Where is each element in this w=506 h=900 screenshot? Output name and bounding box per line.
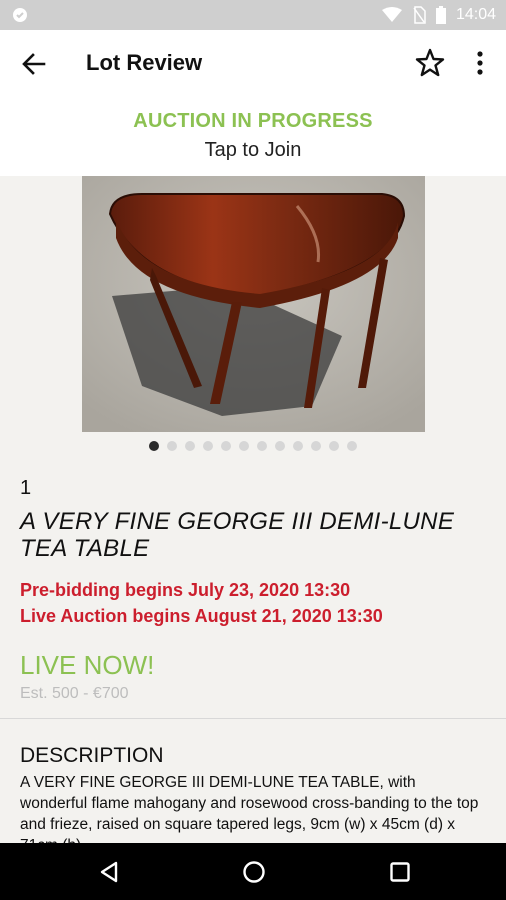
system-nav-bar [0,843,506,900]
estimate: Est. 500 - €700 [20,685,129,702]
pager-dot[interactable] [185,441,195,451]
back-triangle-icon[interactable] [97,860,121,884]
lot-photo[interactable] [82,176,425,432]
pager-dot[interactable] [167,441,177,451]
tea-table-image [82,176,425,432]
description-heading: DESCRIPTION [20,744,164,767]
wifi-icon [381,7,402,22]
page-title: Lot Review [86,50,203,75]
pager-dot[interactable] [275,441,285,451]
more-vert-icon[interactable] [470,50,490,76]
pager-dot[interactable] [149,441,159,451]
lot-number: 1 [20,477,32,499]
prebid-date: Pre-bidding begins July 23, 2020 13:30 [20,580,351,600]
auction-banner[interactable]: AUCTION IN PROGRESS Tap to Join [0,96,506,176]
status-bar: 14:04 [0,0,506,30]
pager-dot[interactable] [203,441,213,451]
no-sim-icon [413,6,426,24]
notification-icon [13,8,27,22]
back-arrow-icon[interactable] [20,50,48,78]
auction-status: AUCTION IN PROGRESS [133,110,373,132]
pager-dot[interactable] [293,441,303,451]
home-circle-icon[interactable] [242,860,266,884]
pager-dot[interactable] [221,441,231,451]
pager-dot[interactable] [239,441,249,451]
pager-dot[interactable] [257,441,267,451]
divider [0,718,506,719]
pager-dot[interactable] [329,441,339,451]
recents-square-icon[interactable] [388,860,412,884]
lot-title: A VERY FINE GEORGE III DEMI-LUNE TEA TAB… [20,508,455,562]
join-link[interactable]: Tap to Join [0,139,506,162]
auction-dates: Pre-bidding begins July 23, 2020 13:30 L… [20,577,383,629]
star-icon[interactable] [415,48,445,78]
pager-dot[interactable] [347,441,357,451]
live-auction-date: Live Auction begins August 21, 2020 13:3… [20,606,383,626]
app-bar: Lot Review [0,30,506,96]
image-pager[interactable] [0,441,506,453]
battery-icon [435,6,446,24]
live-status: LIVE NOW! [20,650,155,680]
clock: 14:04 [455,6,496,23]
pager-dot[interactable] [311,441,321,451]
